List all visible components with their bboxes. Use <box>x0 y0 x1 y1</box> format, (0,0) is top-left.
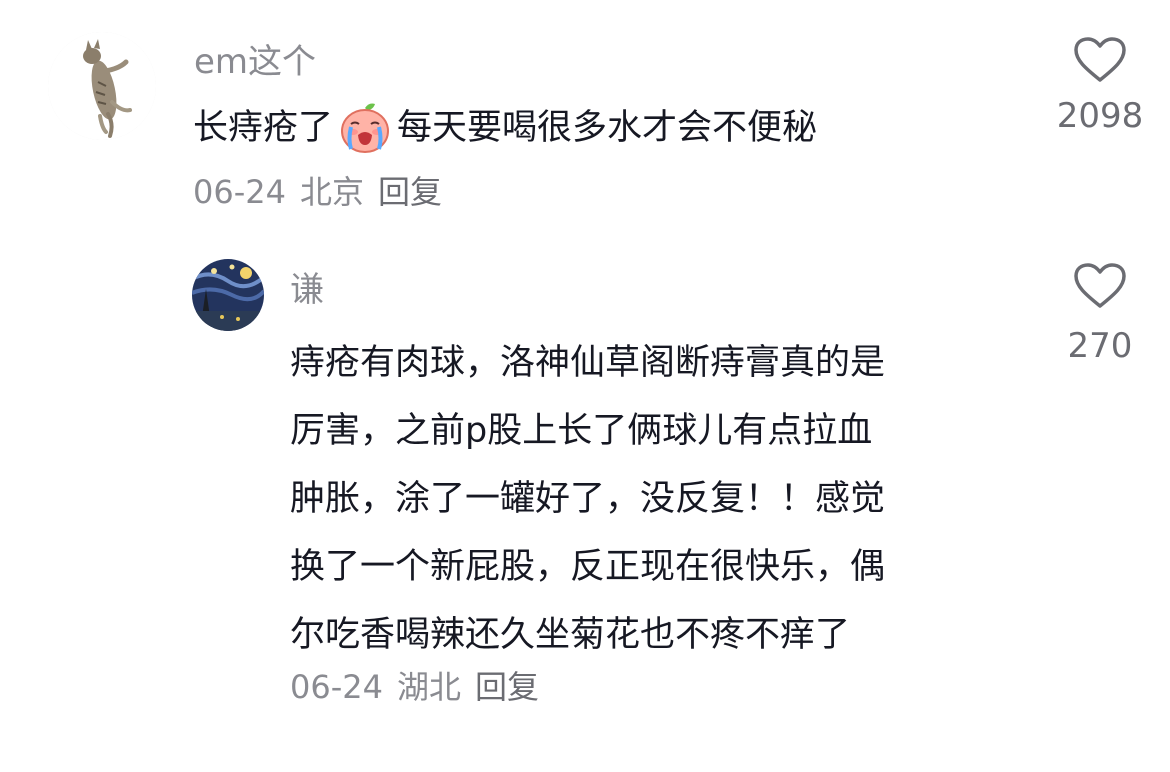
comment-date: 06-24 <box>193 173 286 211</box>
reply-like-count: 270 <box>1067 326 1133 366</box>
heart-outline-icon <box>1074 263 1126 308</box>
reply-like-button[interactable]: 270 <box>1050 262 1150 366</box>
reply-location: 湖北 <box>396 668 461 706</box>
heart-outline-icon <box>1074 37 1126 82</box>
reply-text-line: 痔疮有肉球，洛神仙草阁断痔膏真的是 <box>290 343 886 383</box>
like-button[interactable]: 2098 <box>1050 36 1150 136</box>
cat-avatar-image <box>48 32 156 140</box>
avatar-cat[interactable] <box>48 32 156 140</box>
avatar-starry-night[interactable] <box>192 259 264 331</box>
comment-meta: 06-24 北京 回复 <box>193 172 442 212</box>
reply-date: 06-24 <box>290 668 383 706</box>
comment-username[interactable]: em这个 <box>194 42 316 82</box>
comment-text-part-1: 长痔疮了 <box>193 108 334 148</box>
reply-button[interactable]: 回复 <box>378 173 442 211</box>
reply-meta: 06-24 湖北 回复 <box>290 667 539 707</box>
reply-text-line: 尔吃香喝辣还久坐菊花也不疼不痒了 <box>290 615 851 655</box>
reply-reply-button[interactable]: 回复 <box>475 668 539 706</box>
reply-text-line: 换了一个新屁股，反正现在很快乐，偶 <box>290 547 886 587</box>
like-count: 2098 <box>1056 96 1144 136</box>
crying-peach-emoji-icon <box>337 102 393 154</box>
comment-text: 长痔疮了 每天要喝很多水才会不便秘 <box>193 102 817 154</box>
reply-username[interactable]: 谦 <box>290 270 324 310</box>
starry-night-avatar-image <box>192 259 264 331</box>
reply-text-line: 肿胀，涂了一罐好了，没反复！！感觉 <box>290 479 886 519</box>
comment-text-part-2: 每天要喝很多水才会不便秘 <box>397 108 818 148</box>
reply-text: 痔疮有肉球，洛神仙草阁断痔膏真的是 厉害，之前p股上长了俩球儿有点拉血 肿胀，涂… <box>290 329 885 669</box>
comment-location: 北京 <box>299 173 364 211</box>
reply-text-line: 厉害，之前p股上长了俩球儿有点拉血 <box>290 411 873 451</box>
